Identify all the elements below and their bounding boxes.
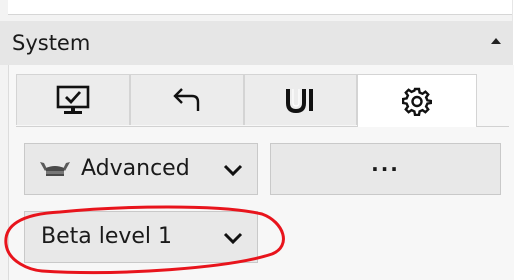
tab-bar	[16, 74, 509, 127]
mode-dropdown[interactable]: Advanced	[24, 143, 258, 195]
tab-settings[interactable]	[357, 74, 477, 127]
more-options-button[interactable]: ···	[270, 143, 501, 195]
level-dropdown-value: Beta level 1	[41, 224, 173, 249]
system-panel: Advanced ··· Beta level 1	[8, 65, 514, 280]
level-dropdown[interactable]: Beta level 1	[24, 211, 258, 263]
tab-ui[interactable]	[244, 74, 357, 125]
chevron-down-icon	[223, 232, 243, 244]
section-title: System	[12, 31, 91, 55]
ui-icon	[285, 89, 313, 114]
undo-arrow-icon	[173, 88, 200, 111]
mode-dropdown-value: Advanced	[81, 156, 190, 181]
tab-display[interactable]	[16, 74, 130, 125]
viking-helmet-icon	[40, 162, 70, 176]
previous-panel	[8, 0, 514, 15]
collapse-arrow-icon[interactable]	[491, 38, 501, 44]
section-header-system[interactable]: System	[0, 21, 513, 65]
gear-icon	[402, 87, 432, 116]
monitor-check-icon	[56, 85, 90, 114]
tab-undo[interactable]	[130, 74, 244, 125]
chevron-down-icon	[223, 164, 243, 176]
scrollbar[interactable]	[512, 0, 527, 280]
